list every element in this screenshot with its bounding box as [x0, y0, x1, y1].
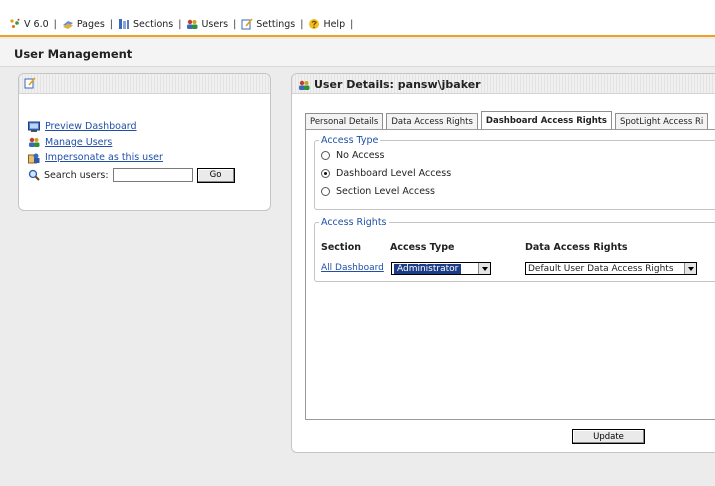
radio-section-level-button[interactable]	[321, 186, 330, 196]
manage-users-row: Manage Users	[28, 135, 235, 151]
top-toolbar: V 6.0 | Pages | Sections | Users | Setti…	[0, 0, 715, 37]
tab-personal-details[interactable]: Personal Details	[305, 113, 384, 130]
separator: |	[300, 18, 304, 30]
tab-content: Access Type No Access Dashboard Level Ac…	[305, 129, 715, 420]
nav-pages[interactable]: Pages	[62, 18, 105, 30]
radio-section-level-label: Section Level Access	[336, 185, 435, 197]
nav-users-label: Users	[201, 18, 229, 30]
user-details-panel: User Details: pansw\jbaker Personal Deta…	[291, 73, 715, 453]
data-access-rights-select[interactable]: Default User Data Access Rights	[525, 262, 697, 275]
user-details-title-text: User Details: pansw\jbaker	[314, 78, 481, 91]
separator: |	[53, 18, 57, 30]
radio-dashboard-level[interactable]: Dashboard Level Access	[321, 164, 715, 182]
nav-users[interactable]: Users	[186, 18, 228, 30]
user-details-title: User Details: pansw\jbaker	[298, 78, 481, 91]
nav-help[interactable]: Help	[308, 18, 345, 30]
impersonate-icon	[28, 153, 40, 164]
radio-dashboard-level-label: Dashboard Level Access	[336, 167, 452, 179]
update-button[interactable]: Update	[572, 429, 645, 444]
radio-section-level[interactable]: Section Level Access	[321, 182, 715, 200]
page-title: User Management	[14, 47, 133, 61]
search-label: Search users:	[44, 169, 109, 181]
separator: |	[178, 18, 182, 30]
users-icon	[299, 80, 310, 90]
tab-bar: Personal Details Data Access Rights Dash…	[305, 111, 709, 130]
tab-data-access-rights[interactable]: Data Access Rights	[386, 113, 478, 130]
settings-icon	[241, 18, 253, 30]
pages-icon	[62, 21, 73, 29]
impersonate-row: Impersonate as this user	[28, 150, 235, 166]
nav-sections-label: Sections	[133, 18, 174, 30]
access-rights-legend: Access Rights	[321, 217, 387, 228]
version-label: V 6.0	[24, 18, 49, 30]
users-icon	[29, 138, 40, 148]
version-item[interactable]: V 6.0	[9, 18, 49, 30]
user-actions-panel: Preview Dashboard Manage Users Impersona…	[18, 73, 271, 211]
radio-dashboard-level-button[interactable]	[321, 168, 330, 178]
radio-no-access[interactable]: No Access	[321, 146, 715, 164]
help-icon	[309, 19, 320, 29]
manage-users-link[interactable]: Manage Users	[45, 137, 112, 148]
column-header-data-access-rights: Data Access Rights	[525, 242, 628, 253]
column-header-section: Section	[321, 242, 362, 253]
search-icon	[28, 169, 40, 181]
edit-icon	[24, 77, 36, 89]
users-icon	[187, 19, 198, 29]
access-type-legend: Access Type	[321, 135, 379, 146]
access-rights-group: Access Rights Section Access Type Data A…	[314, 217, 715, 282]
search-users-input[interactable]	[112, 168, 193, 182]
chevron-down-icon	[478, 263, 490, 274]
tab-spotlight-access-rights[interactable]: SpotLight Access Ri	[614, 113, 709, 130]
nav-sections[interactable]: Sections	[118, 18, 173, 30]
panel-header	[19, 74, 270, 94]
separator: |	[233, 18, 237, 30]
separator: |	[109, 18, 113, 30]
radio-no-access-label: No Access	[336, 149, 385, 161]
sections-icon	[119, 19, 129, 29]
access-type-group: Access Type No Access Dashboard Level Ac…	[314, 135, 715, 210]
preview-dashboard-row: Preview Dashboard	[28, 119, 235, 135]
data-access-rights-selected-value: Default User Data Access Rights	[528, 263, 674, 274]
nav-help-label: Help	[323, 18, 346, 30]
column-header-access-type: Access Type	[390, 242, 455, 253]
logo-sparkle-icon	[10, 18, 20, 28]
impersonate-link[interactable]: Impersonate as this user	[45, 152, 163, 163]
all-dashboard-link[interactable]: All Dashboard	[321, 263, 384, 273]
action-links: Preview Dashboard Manage Users Impersona…	[28, 119, 235, 183]
nav-settings[interactable]: Settings	[241, 18, 295, 30]
chevron-down-icon	[684, 263, 696, 274]
tab-dashboard-access-rights[interactable]: Dashboard Access Rights	[480, 111, 612, 130]
access-type-select[interactable]: Administrator	[391, 262, 491, 275]
go-button[interactable]: Go	[196, 167, 235, 183]
monitor-icon	[28, 121, 40, 132]
nav-settings-label: Settings	[256, 18, 296, 30]
preview-dashboard-link[interactable]: Preview Dashboard	[45, 121, 137, 132]
separator: |	[350, 18, 354, 30]
access-type-selected-value: Administrator	[394, 263, 462, 274]
search-row: Search users: Go	[28, 167, 235, 183]
radio-no-access-button[interactable]	[321, 150, 330, 160]
nav-pages-label: Pages	[76, 18, 105, 30]
title-bar: User Management	[0, 39, 715, 67]
